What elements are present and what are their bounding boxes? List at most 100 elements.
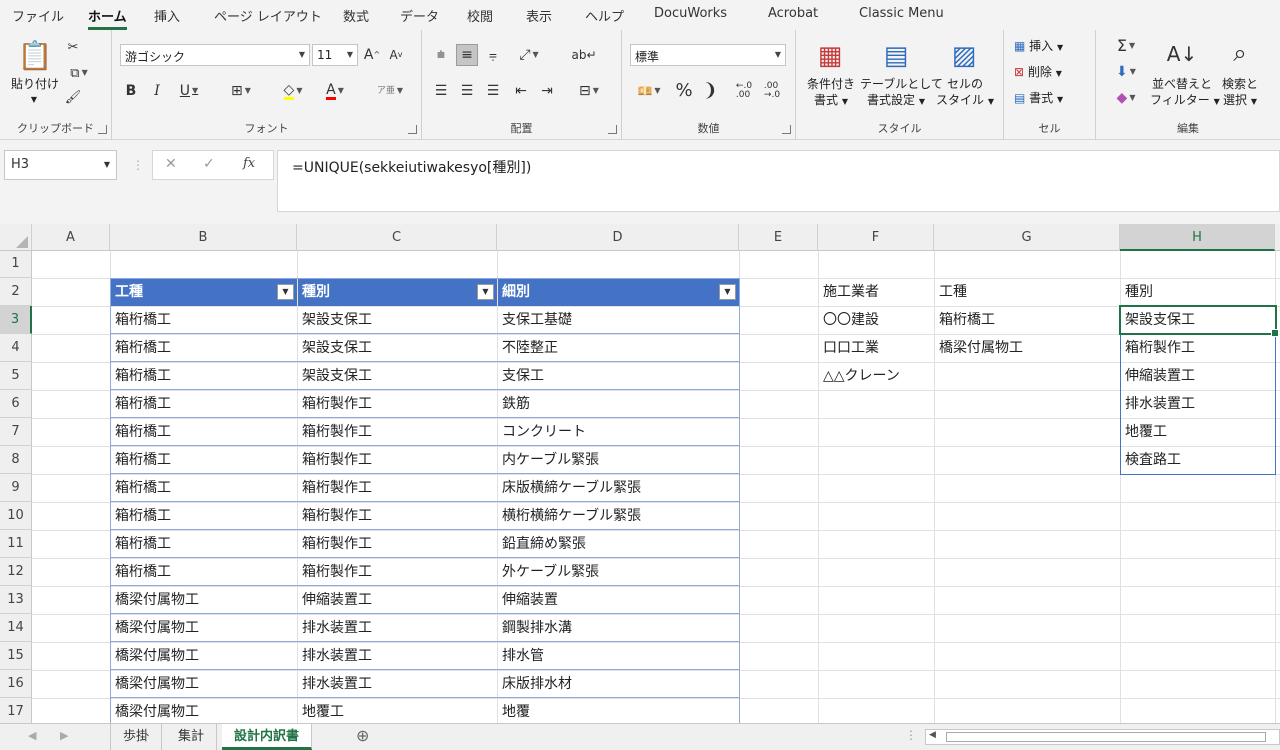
- column-header-d[interactable]: D: [497, 224, 739, 251]
- copy-icon[interactable]: ⧉ ▼: [64, 64, 94, 82]
- add-sheet-icon[interactable]: ⊕: [356, 726, 369, 745]
- currency-icon[interactable]: 💴 ▼: [630, 80, 668, 102]
- scrollbar-thumb[interactable]: [946, 732, 1266, 742]
- sheet-tab-shukei[interactable]: 集計: [166, 724, 218, 750]
- align-top-icon[interactable]: ⩧: [430, 44, 452, 66]
- shrink-font-button[interactable]: Av: [386, 46, 406, 64]
- row-header-1[interactable]: 1: [0, 250, 32, 278]
- enter-icon[interactable]: ✓: [203, 156, 215, 172]
- tab-home[interactable]: ホーム: [88, 6, 127, 30]
- prev-sheet-icon[interactable]: ◀: [28, 729, 36, 742]
- row-header-10[interactable]: 10: [0, 502, 32, 530]
- insert-cells-button[interactable]: ▦ 挿入 ▼: [1014, 38, 1090, 56]
- scroll-left-icon[interactable]: ◀: [929, 730, 936, 740]
- borders-button[interactable]: ⊞ ▼: [224, 82, 258, 100]
- row-header-9[interactable]: 9: [0, 474, 32, 502]
- sort-filter-button[interactable]: 並べ替えと フィルター ▼: [1150, 76, 1220, 110]
- side-header-cell[interactable]: 種別: [1121, 278, 1275, 306]
- kouji-cell[interactable]: 橋梁付属物工: [935, 334, 1120, 362]
- side-header-cell[interactable]: 工種: [935, 278, 1120, 306]
- italic-button[interactable]: I: [148, 82, 166, 100]
- bold-button[interactable]: B: [122, 82, 140, 100]
- decrease-decimal-icon[interactable]: .00 →.0: [760, 80, 784, 102]
- paste-button[interactable]: 貼り付け: [6, 76, 64, 92]
- tab-formulas[interactable]: 数式: [343, 6, 369, 25]
- tab-split-grip-icon[interactable]: ⋮: [905, 728, 917, 742]
- side-header-cell[interactable]: 施工業者: [819, 278, 934, 306]
- phonetic-button[interactable]: ア亜 ▼: [370, 80, 410, 102]
- font-color-button[interactable]: A ▼: [318, 82, 352, 100]
- percent-button[interactable]: %: [674, 80, 694, 102]
- tab-insert[interactable]: 挿入: [154, 6, 180, 25]
- paste-icon[interactable]: 📋: [16, 38, 54, 74]
- contractor-cell[interactable]: △△クレーン: [819, 362, 934, 390]
- format-as-table-button[interactable]: テーブルとして 書式設定 ▼: [860, 76, 943, 110]
- underline-button[interactable]: U ▼: [174, 82, 204, 100]
- row-header-15[interactable]: 15: [0, 642, 32, 670]
- find-select-button[interactable]: 検索と 選択 ▼: [1214, 76, 1266, 110]
- tab-data[interactable]: データ: [400, 6, 439, 25]
- delete-cells-button[interactable]: ⊠ 削除 ▼: [1014, 64, 1090, 82]
- formula-input[interactable]: =UNIQUE(sekkeiutiwakesyo[種別]): [277, 150, 1280, 212]
- tab-review[interactable]: 校閲: [467, 6, 493, 25]
- number-format-select[interactable]: 標準 ▼: [630, 44, 786, 66]
- column-header-h[interactable]: H: [1120, 224, 1275, 251]
- fill-icon[interactable]: ⬇ ▼: [1108, 62, 1144, 82]
- row-header-6[interactable]: 6: [0, 390, 32, 418]
- sort-filter-icon[interactable]: A↓: [1166, 38, 1198, 70]
- column-header-b[interactable]: B: [110, 224, 297, 251]
- wrap-text-icon[interactable]: ab↵: [571, 44, 596, 66]
- row-header-8[interactable]: 8: [0, 446, 32, 474]
- comma-style-button[interactable]: ❩: [700, 80, 720, 102]
- tab-docuworks[interactable]: DocuWorks: [654, 6, 727, 21]
- tab-help[interactable]: ヘルプ: [585, 6, 624, 25]
- row-header-17[interactable]: 17: [0, 698, 32, 726]
- tab-view[interactable]: 表示: [526, 6, 552, 25]
- clear-icon[interactable]: ◆ ▼: [1108, 88, 1144, 108]
- active-cell-h3[interactable]: [1119, 305, 1279, 337]
- sheet-tab-sekkei-uchiwakesho[interactable]: 設計内訳書: [222, 724, 313, 750]
- number-launcher-icon[interactable]: [782, 125, 791, 134]
- tab-acrobat[interactable]: Acrobat: [768, 6, 818, 21]
- autosum-button[interactable]: Σ ▼: [1108, 36, 1144, 56]
- orientation-icon[interactable]: ⤢ ▼: [512, 44, 546, 66]
- horizontal-scrollbar[interactable]: ◀: [925, 729, 1280, 745]
- select-all-button[interactable]: [0, 224, 32, 251]
- row-header-11[interactable]: 11: [0, 530, 32, 558]
- decrease-indent-icon[interactable]: ⇤: [510, 80, 532, 102]
- find-select-icon[interactable]: ⌕: [1224, 36, 1256, 70]
- worksheet-grid[interactable]: 工種 ▼ 種別 ▼ 細別 ▼ 箱桁橋工 架設支保工 支保工基礎 箱桁橋工 架設支保工 不陸整正 箱桁橋工…: [32, 251, 1280, 723]
- next-sheet-icon[interactable]: ▶: [60, 729, 68, 742]
- row-header-14[interactable]: 14: [0, 614, 32, 642]
- row-header-16[interactable]: 16: [0, 670, 32, 698]
- row-header-4[interactable]: 4: [0, 334, 32, 362]
- align-middle-icon[interactable]: ≡: [456, 44, 478, 66]
- cell-styles-button[interactable]: セルの スタイル ▼: [936, 76, 994, 110]
- font-size-select[interactable]: 11 ▼: [312, 44, 358, 66]
- cell-styles-icon[interactable]: ▨: [948, 40, 980, 72]
- conditional-format-icon[interactable]: ▦: [814, 40, 846, 72]
- align-right-icon[interactable]: ☰: [482, 80, 504, 102]
- column-header-e[interactable]: E: [739, 224, 818, 251]
- tab-page-layout[interactable]: ページ レイアウト: [214, 6, 322, 25]
- conditional-format-button[interactable]: 条件付き 書式 ▼: [800, 76, 862, 110]
- insert-function-icon[interactable]: fx: [243, 156, 255, 171]
- row-header-3[interactable]: 3: [0, 306, 32, 334]
- grow-font-button[interactable]: A ^: [362, 46, 382, 64]
- clipboard-launcher-icon[interactable]: [98, 125, 107, 134]
- row-header-7[interactable]: 7: [0, 418, 32, 446]
- align-center-icon[interactable]: ☰: [456, 80, 478, 102]
- increase-decimal-icon[interactable]: ←.0.00: [732, 80, 756, 102]
- font-launcher-icon[interactable]: [408, 125, 417, 134]
- name-box[interactable]: H3 ▼: [4, 150, 117, 180]
- cut-icon[interactable]: ✂: [64, 38, 82, 56]
- font-name-select[interactable]: 游ゴシック ▼: [120, 44, 310, 66]
- align-bottom-icon[interactable]: ⩦: [482, 44, 504, 66]
- row-header-2[interactable]: 2: [0, 278, 32, 306]
- format-as-table-icon[interactable]: ▤: [880, 40, 912, 72]
- paste-dropdown-icon[interactable]: ▼: [22, 92, 46, 108]
- row-header-5[interactable]: 5: [0, 362, 32, 390]
- column-header-c[interactable]: C: [297, 224, 497, 251]
- sheet-tab-bukake[interactable]: 歩掛: [110, 724, 163, 750]
- cancel-icon[interactable]: ✕: [165, 156, 177, 172]
